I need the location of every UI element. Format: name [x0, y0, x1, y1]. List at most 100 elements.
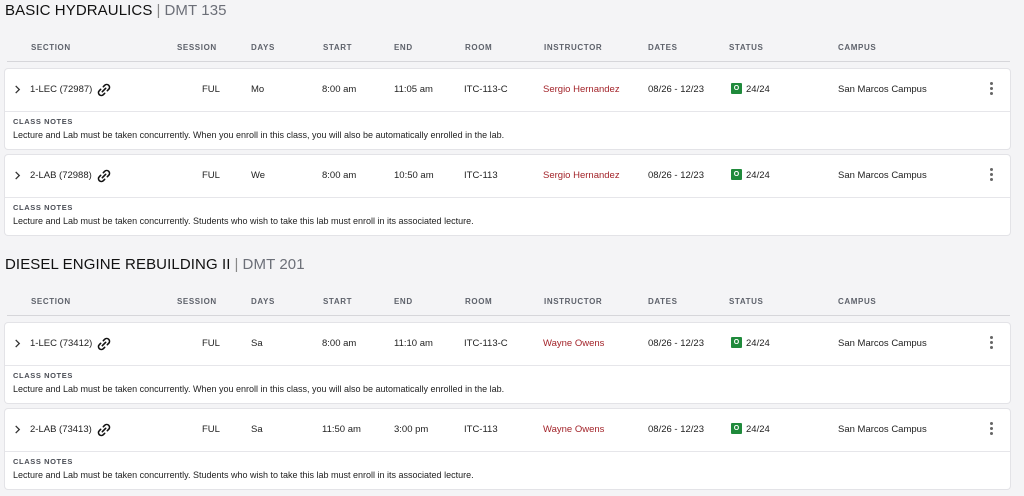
- class-notes-text: Lecture and Lab must be taken concurrent…: [13, 130, 505, 140]
- section-id: 1-LEC (72987): [30, 84, 93, 95]
- table-header: SECTION SESSION DAYS START END ROOM INST…: [0, 42, 1024, 62]
- campus-value: San Marcos Campus: [838, 424, 927, 435]
- days-value: Sa: [251, 338, 263, 349]
- room-value: ITC-113-C: [464, 84, 508, 95]
- title-separator: |: [234, 256, 239, 273]
- section-id: 2-LAB (72988): [30, 170, 92, 181]
- col-instructor: INSTRUCTOR: [544, 43, 603, 52]
- section-row[interactable]: 2-LAB (73413) FUL Sa 11:50 am 3:00 pm IT…: [5, 409, 1010, 451]
- more-options-icon[interactable]: [988, 336, 994, 352]
- end-time: 10:50 am: [394, 170, 434, 181]
- col-room: ROOM: [465, 297, 493, 306]
- open-status-badge: O: [731, 82, 742, 94]
- col-start: START: [323, 297, 353, 306]
- col-end: END: [394, 297, 413, 306]
- section-card: 1-LEC (72987) FUL Mo 8:00 am 11:05 am IT…: [5, 69, 1010, 149]
- class-notes-label: CLASS NOTES: [13, 371, 73, 380]
- instructor-link[interactable]: Sergio Hernandez: [543, 69, 620, 111]
- table-header: SECTION SESSION DAYS START END ROOM INST…: [0, 296, 1024, 316]
- header-divider: [7, 315, 1010, 316]
- instructor-link[interactable]: Sergio Hernandez: [543, 155, 620, 197]
- col-days: DAYS: [251, 297, 275, 306]
- status-cell: O 24/24: [731, 69, 770, 111]
- days-value: We: [251, 170, 266, 181]
- header-divider: [7, 61, 1010, 62]
- col-status: STATUS: [729, 43, 764, 52]
- chevron-right-icon[interactable]: [13, 171, 22, 180]
- class-notes-label: CLASS NOTES: [13, 117, 73, 126]
- section-row[interactable]: 1-LEC (72987) FUL Mo 8:00 am 11:05 am IT…: [5, 69, 1010, 111]
- instructor-link[interactable]: Wayne Owens: [543, 323, 604, 365]
- start-time: 8:00 am: [322, 170, 357, 181]
- end-time: 11:10 am: [394, 338, 433, 349]
- row-divider: [5, 365, 1010, 366]
- days-value: Mo: [251, 84, 265, 95]
- status-count: 24/24: [746, 84, 770, 95]
- dates-value: 08/26 - 12/23: [648, 84, 704, 95]
- col-campus: CAMPUS: [838, 43, 877, 52]
- chevron-right-icon[interactable]: [13, 339, 22, 348]
- section-card: 2-LAB (73413) FUL Sa 11:50 am 3:00 pm IT…: [5, 409, 1010, 489]
- col-section: SECTION: [31, 43, 71, 52]
- chevron-right-icon[interactable]: [13, 85, 22, 94]
- open-status-badge: O: [731, 422, 742, 434]
- link-icon[interactable]: [96, 82, 112, 98]
- class-notes-text: Lecture and Lab must be taken concurrent…: [13, 216, 474, 226]
- class-notes-text: Lecture and Lab must be taken concurrent…: [13, 470, 474, 480]
- course-name: DIESEL ENGINE REBUILDING II: [5, 256, 231, 273]
- course-title: DIESEL ENGINE REBUILDING II | DMT 201: [5, 256, 305, 273]
- status-cell: O 24/24: [731, 155, 770, 197]
- more-options-icon[interactable]: [988, 422, 994, 438]
- class-notes-label: CLASS NOTES: [13, 457, 73, 466]
- status-count: 24/24: [746, 338, 770, 349]
- col-section: SECTION: [31, 297, 71, 306]
- row-divider: [5, 197, 1010, 198]
- room-value: ITC-113: [464, 424, 498, 435]
- link-icon[interactable]: [96, 336, 112, 352]
- campus-value: San Marcos Campus: [838, 170, 927, 181]
- dates-value: 08/26 - 12/23: [648, 170, 704, 181]
- course-code: DMT 201: [242, 256, 305, 273]
- more-options-icon[interactable]: [988, 82, 994, 98]
- more-options-icon[interactable]: [988, 168, 994, 184]
- col-end: END: [394, 43, 413, 52]
- link-icon[interactable]: [96, 422, 112, 438]
- col-dates: DATES: [648, 297, 678, 306]
- end-time: 3:00 pm: [394, 424, 429, 435]
- course-name: BASIC HYDRAULICS: [5, 2, 153, 19]
- title-separator: |: [156, 2, 161, 19]
- days-value: Sa: [251, 424, 263, 435]
- session-value: FUL: [202, 424, 220, 435]
- section-id: 2-LAB (73413): [30, 424, 92, 435]
- end-time: 11:05 am: [394, 84, 433, 95]
- status-count: 24/24: [746, 424, 770, 435]
- class-notes-text: Lecture and Lab must be taken concurrent…: [13, 384, 505, 394]
- dates-value: 08/26 - 12/23: [648, 424, 704, 435]
- chevron-right-icon[interactable]: [13, 425, 22, 434]
- section-id: 1-LEC (73412): [30, 338, 93, 349]
- col-campus: CAMPUS: [838, 297, 877, 306]
- session-value: FUL: [202, 170, 220, 181]
- col-days: DAYS: [251, 43, 275, 52]
- link-icon[interactable]: [96, 168, 112, 184]
- class-notes-label: CLASS NOTES: [13, 203, 73, 212]
- room-value: ITC-113-C: [464, 338, 508, 349]
- status-cell: O 24/24: [731, 323, 770, 365]
- row-divider: [5, 111, 1010, 112]
- start-time: 8:00 am: [322, 84, 357, 95]
- session-value: FUL: [202, 338, 220, 349]
- campus-value: San Marcos Campus: [838, 338, 927, 349]
- col-instructor: INSTRUCTOR: [544, 297, 603, 306]
- col-start: START: [323, 43, 353, 52]
- instructor-link[interactable]: Wayne Owens: [543, 409, 604, 451]
- col-status: STATUS: [729, 297, 764, 306]
- dates-value: 08/26 - 12/23: [648, 338, 704, 349]
- section-card: 1-LEC (73412) FUL Sa 8:00 am 11:10 am IT…: [5, 323, 1010, 403]
- section-row[interactable]: 1-LEC (73412) FUL Sa 8:00 am 11:10 am IT…: [5, 323, 1010, 365]
- section-row[interactable]: 2-LAB (72988) FUL We 8:00 am 10:50 am IT…: [5, 155, 1010, 197]
- start-time: 11:50 am: [322, 424, 361, 435]
- col-dates: DATES: [648, 43, 678, 52]
- section-card: 2-LAB (72988) FUL We 8:00 am 10:50 am IT…: [5, 155, 1010, 235]
- room-value: ITC-113: [464, 170, 498, 181]
- course-title: BASIC HYDRAULICS | DMT 135: [5, 2, 227, 19]
